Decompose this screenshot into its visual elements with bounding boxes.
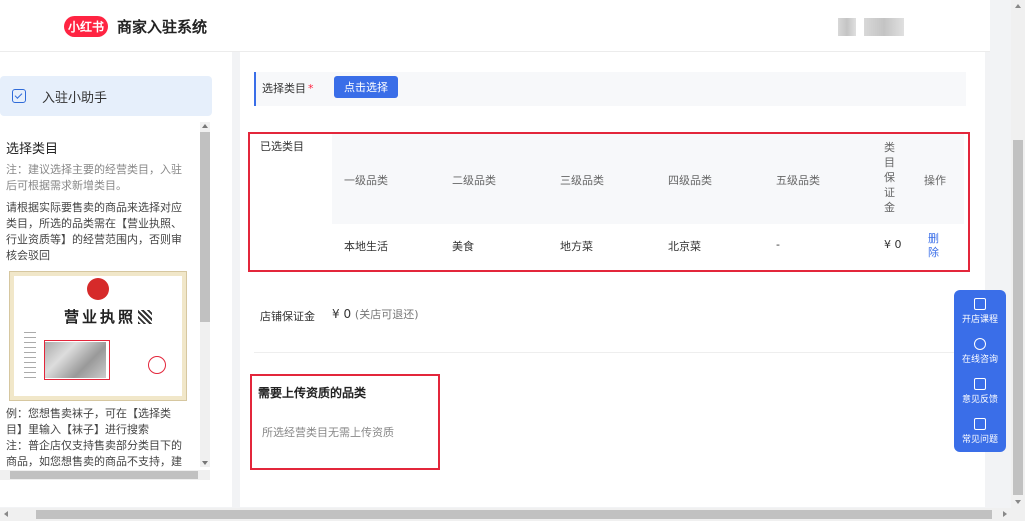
faq-button[interactable]: 常见问题 — [954, 414, 1006, 452]
course-button[interactable]: 开店课程 — [954, 294, 1006, 332]
cell-level5: - — [776, 238, 780, 251]
scroll-up-icon[interactable] — [202, 124, 208, 128]
scroll-up-icon[interactable] — [1015, 4, 1021, 8]
select-category-button[interactable]: 点击选择 — [334, 76, 398, 98]
edit-icon — [974, 378, 986, 390]
bookmark-icon — [974, 298, 986, 310]
col-header-level1: 一级品类 — [344, 174, 388, 187]
delete-link[interactable]: 删除 — [928, 232, 942, 260]
xiaohongshu-logo[interactable]: 小红书 — [64, 16, 108, 37]
category-label: 选择类目 * — [262, 82, 314, 95]
helper-horizontal-scrollbar[interactable] — [0, 470, 210, 480]
helper-example-2: 注：普企店仅支持售卖部分类目下的商品，如您想售卖的商品不支持，建议您 — [6, 439, 182, 472]
license-scope-highlight — [44, 340, 110, 380]
page-horizontal-scrollbar[interactable] — [0, 508, 1025, 521]
store-deposit-value: ¥ 0 (关店可退还) — [332, 306, 419, 322]
col-header-level3: 三级品类 — [560, 174, 604, 187]
col-header-deposit: 类目保证金 — [884, 141, 895, 214]
scroll-down-icon[interactable] — [1015, 500, 1021, 504]
helper-section-title: 选择类目 — [6, 142, 59, 157]
helper-description: 请根据实际要售卖的商品来选择对应类目，所选的品类需在【营业执照、行业资质等】的经… — [6, 201, 182, 262]
scroll-right-icon[interactable] — [1003, 511, 1007, 517]
cell-level4: 北京菜 — [668, 240, 701, 253]
app-title: 商家入驻系统 — [117, 18, 208, 36]
question-icon — [974, 418, 986, 430]
category-select-row: 选择类目 * 点击选择 — [254, 72, 966, 106]
col-header-level2: 二级品类 — [452, 174, 496, 187]
table-header: 一级品类 二级品类 三级品类 四级品类 五级品类 类目保证金 操作 — [332, 134, 964, 224]
main-form-panel: 选择类目 * 点击选择 已选类目 一级品类 二级品类 三级品类 四级品类 五级品类… — [240, 52, 985, 507]
faq-label: 常见问题 — [961, 435, 998, 445]
license-title: 营业执照 — [64, 308, 137, 326]
assistant-icon — [12, 89, 26, 103]
user-name-blurred[interactable] — [864, 18, 904, 36]
page-vertical-scrollbar[interactable] — [1011, 0, 1025, 508]
helper-scroll-thumb[interactable] — [200, 132, 210, 322]
helper-panel: 入驻小助手 选择类目 注：建议选择主要的经营类目，入驻后可根据需求新增类目。 请… — [0, 52, 232, 507]
floating-help-toolbar: 开店课程 在线咨询 意见反馈 常见问题 — [954, 290, 1006, 452]
page-hscroll-thumb[interactable] — [36, 510, 992, 519]
helper-content: 选择类目 注：建议选择主要的经营类目，入驻后可根据需求新增类目。 请根据实际要售… — [0, 122, 212, 472]
online-consult-button[interactable]: 在线咨询 — [954, 334, 1006, 372]
helper-hscroll-thumb[interactable] — [10, 471, 198, 479]
col-header-level4: 四级品类 — [668, 174, 712, 187]
headset-icon — [974, 338, 986, 350]
helper-label: 入驻小助手 — [42, 90, 108, 106]
scroll-left-icon[interactable] — [4, 511, 8, 517]
license-text-lines — [24, 332, 36, 382]
cell-level2: 美食 — [452, 240, 474, 253]
store-deposit-amount: ¥ 0 — [332, 307, 352, 321]
user-avatar-blurred[interactable] — [838, 18, 856, 36]
qr-code-icon — [138, 310, 152, 324]
national-emblem-icon — [87, 278, 109, 300]
feedback-button[interactable]: 意见反馈 — [954, 374, 1006, 412]
table-row: 本地生活 美食 地方菜 北京菜 - ¥ 0 删除 — [332, 224, 964, 270]
helper-example: 例：您想售卖袜子，可在【选择类目】里输入【袜子】进行搜索 注：普企店仅支持售卖部… — [6, 406, 186, 472]
scroll-down-icon[interactable] — [202, 461, 208, 465]
cell-level1: 本地生活 — [344, 240, 388, 253]
selected-categories-table: 一级品类 二级品类 三级品类 四级品类 五级品类 类目保证金 操作 本地生活 美… — [332, 134, 964, 270]
selected-categories-label: 已选类目 — [260, 140, 304, 153]
qualification-block: 需要上传资质的品类 所选经营类目无需上传资质 — [250, 374, 440, 470]
helper-header[interactable]: 入驻小助手 — [0, 76, 212, 116]
page-scroll-thumb[interactable] — [1013, 140, 1023, 495]
qualification-title: 需要上传资质的品类 — [258, 386, 367, 400]
cell-deposit: ¥ 0 — [884, 238, 902, 251]
license-example-image: 营业执照 — [9, 271, 187, 401]
helper-vertical-scrollbar[interactable] — [200, 122, 210, 467]
top-header: 小红书 商家入驻系统 — [0, 0, 990, 52]
official-stamp-icon — [148, 356, 166, 374]
required-mark: * — [308, 82, 314, 95]
store-deposit-note: (关店可退还) — [354, 308, 419, 321]
store-deposit-label: 店铺保证金 — [260, 310, 315, 323]
col-header-action: 操作 — [924, 174, 946, 187]
online-consult-label: 在线咨询 — [961, 355, 998, 365]
course-label: 开店课程 — [961, 315, 998, 325]
section-divider — [254, 352, 966, 353]
helper-note: 注：建议选择主要的经营类目，入驻后可根据需求新增类目。 — [6, 163, 182, 192]
selected-categories-block: 已选类目 一级品类 二级品类 三级品类 四级品类 五级品类 类目保证金 操作 本… — [248, 132, 970, 272]
qualification-text: 所选经营类目无需上传资质 — [262, 426, 394, 439]
helper-example-1: 例：您想售卖袜子，可在【选择类目】里输入【袜子】进行搜索 — [6, 407, 171, 436]
col-header-level5: 五级品类 — [776, 174, 820, 187]
feedback-label: 意见反馈 — [961, 395, 998, 405]
cell-level3: 地方菜 — [560, 240, 593, 253]
